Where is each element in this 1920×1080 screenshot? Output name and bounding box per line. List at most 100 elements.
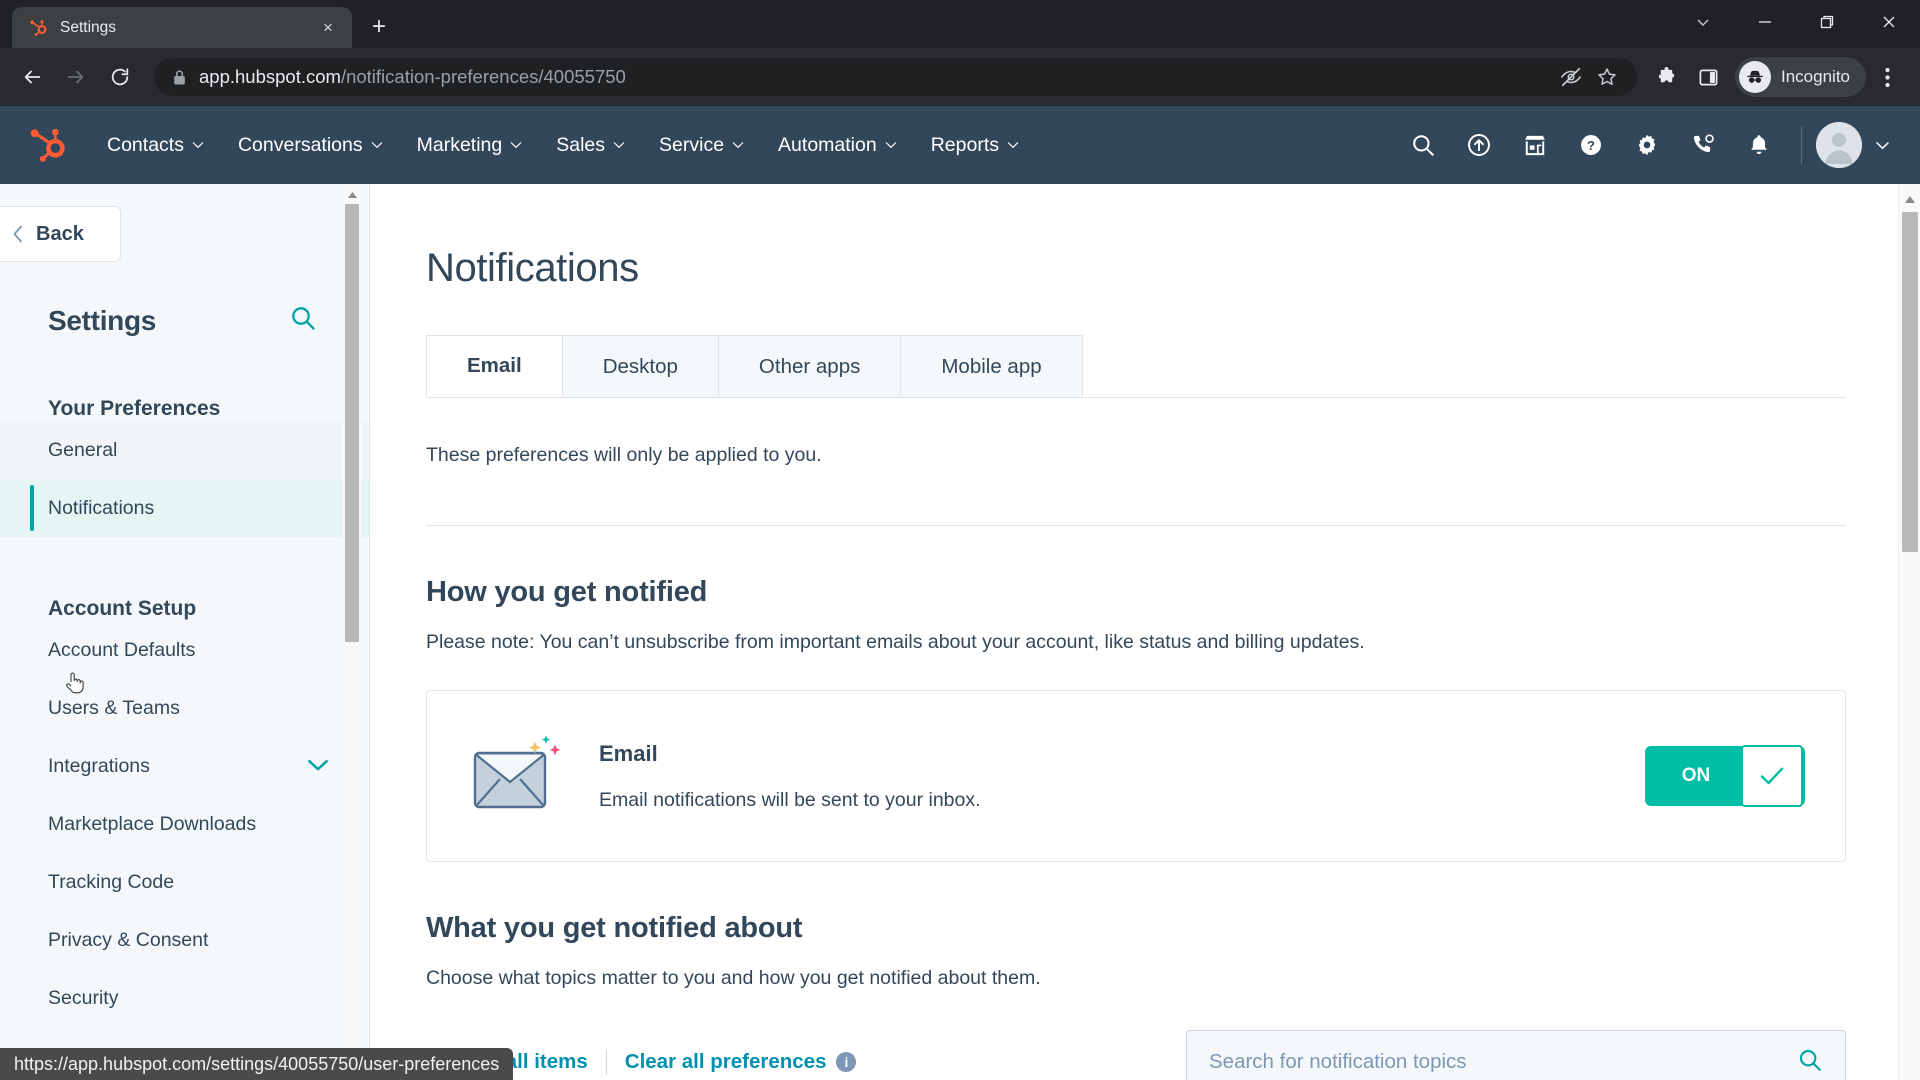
address-bar[interactable]: app.hubspot.com/notification-preferences… xyxy=(154,58,1637,96)
sidebar-item-tracking-code[interactable]: Tracking Code xyxy=(0,853,369,911)
reload-icon[interactable] xyxy=(100,57,140,97)
notifications-bell-icon[interactable] xyxy=(1731,117,1787,173)
sidebar-search-icon[interactable] xyxy=(289,304,317,337)
email-channel-title: Email xyxy=(599,740,658,766)
sidebar-scrollbar[interactable] xyxy=(343,184,361,1080)
sidebar-item-general[interactable]: General xyxy=(0,421,369,479)
new-tab-button[interactable]: + xyxy=(362,10,396,44)
hubspot-navbar: Contacts Conversations Marketing Sales S… xyxy=(0,106,1920,184)
puzzle-icon[interactable] xyxy=(1645,56,1687,98)
tab-mobile-app[interactable]: Mobile app xyxy=(900,335,1083,397)
url-host: app.hubspot.com xyxy=(199,66,341,87)
sidebar-item-integrations[interactable]: Integrations xyxy=(0,737,369,795)
notification-topic-search[interactable]: Search for notification topics xyxy=(1186,1030,1846,1080)
calling-phone-icon[interactable] xyxy=(1675,117,1731,173)
sidebar-title: Settings xyxy=(48,304,157,336)
browser-tab[interactable]: Settings × xyxy=(12,7,352,48)
email-channel-card: Email Email notifications will be sent t… xyxy=(426,690,1846,862)
chevron-down-icon xyxy=(510,142,522,149)
star-icon[interactable] xyxy=(1591,61,1623,93)
tab-search-icon[interactable] xyxy=(1672,0,1734,44)
browser-window: Settings × + app.hubspot.com/notificatio… xyxy=(0,0,1920,1080)
nav-item-contacts[interactable]: Contacts xyxy=(90,106,221,184)
nav-item-reports[interactable]: Reports xyxy=(914,106,1036,184)
nav-item-sales[interactable]: Sales xyxy=(539,106,642,184)
sidebar-section-account-setup: Account Setup xyxy=(48,597,197,620)
tab-other-apps[interactable]: Other apps xyxy=(717,335,902,397)
envelope-sparkle-icon xyxy=(465,732,565,820)
settings-gear-icon[interactable] xyxy=(1619,117,1675,173)
sidebar-item-notifications[interactable]: Notifications xyxy=(0,479,369,537)
nav-item-label: Sales xyxy=(556,133,606,156)
search-input[interactable]: Search for notification topics xyxy=(1209,1050,1797,1074)
back-button-label: Back xyxy=(36,222,84,245)
sidebar-item-label: Security xyxy=(48,986,119,1009)
toggle-knob[interactable] xyxy=(1741,745,1803,807)
nav-item-marketing[interactable]: Marketing xyxy=(400,106,540,184)
user-avatar[interactable] xyxy=(1816,122,1862,168)
sidebar-item-label: General xyxy=(48,438,118,461)
search-icon[interactable] xyxy=(1797,1047,1823,1078)
nav-item-conversations[interactable]: Conversations xyxy=(221,106,400,184)
clear-all-preferences-link[interactable]: Clear all preferences xyxy=(625,1050,827,1074)
eye-off-icon[interactable] xyxy=(1555,61,1587,93)
maximize-icon[interactable] xyxy=(1796,0,1858,44)
nav-item-service[interactable]: Service xyxy=(642,106,761,184)
back-button[interactable]: Back xyxy=(0,206,121,262)
nav-item-automation[interactable]: Automation xyxy=(761,106,914,184)
close-icon[interactable] xyxy=(1858,0,1920,44)
tab-strip: Settings × + xyxy=(0,0,396,48)
minimize-icon[interactable] xyxy=(1734,0,1796,44)
sidebar-item-label: Tracking Code xyxy=(48,870,175,893)
page-scroll-thumb[interactable] xyxy=(1902,212,1918,552)
chevron-down-icon xyxy=(613,142,625,149)
close-icon[interactable]: × xyxy=(316,16,340,40)
sidebar-item-users-teams[interactable]: Users & Teams xyxy=(0,679,369,737)
upgrade-arrow-icon[interactable] xyxy=(1451,117,1507,173)
tab-label: Mobile app xyxy=(941,354,1042,378)
marketplace-icon[interactable] xyxy=(1507,117,1563,173)
side-panel-icon[interactable] xyxy=(1687,56,1729,98)
help-icon[interactable]: ? xyxy=(1563,117,1619,173)
sidebar-scroll-thumb[interactable] xyxy=(345,204,359,642)
page-scrollbar[interactable] xyxy=(1898,184,1920,1080)
nav-item-label: Conversations xyxy=(237,133,363,156)
sidebar-item-label: Marketplace Downloads xyxy=(48,812,257,835)
scroll-up-arrow-icon[interactable] xyxy=(343,187,361,203)
sidebar-item-label: Privacy & Consent xyxy=(48,928,209,951)
hubspot-sprocket-logo[interactable] xyxy=(26,124,72,166)
what-you-get-notified-heading: What you get notified about xyxy=(426,912,803,944)
chevron-down-icon xyxy=(885,142,897,149)
settings-sidebar: Back Settings Your Preferences General N… xyxy=(0,184,370,1080)
section-divider xyxy=(426,525,1846,526)
sidebar-item-privacy-consent[interactable]: Privacy & Consent xyxy=(0,911,369,969)
window-controls xyxy=(1672,0,1920,44)
chevron-down-icon[interactable] xyxy=(307,755,329,778)
email-channel-text: Email Email notifications will be sent t… xyxy=(599,741,1647,812)
profile-chip[interactable]: Incognito xyxy=(1735,57,1866,97)
chevron-down-icon[interactable] xyxy=(1862,125,1902,165)
url-path: /notification-preferences/40055750 xyxy=(340,66,626,87)
tab-desktop[interactable]: Desktop xyxy=(561,335,719,397)
lock-icon xyxy=(172,69,187,86)
scroll-up-arrow-icon[interactable] xyxy=(1899,190,1920,208)
tab-email[interactable]: Email xyxy=(426,335,563,397)
what-you-get-notified-description: Choose what topics matter to you and how… xyxy=(426,967,1041,989)
sidebar-item-account-defaults[interactable]: Account Defaults xyxy=(0,621,369,679)
three-dot-menu-icon[interactable] xyxy=(1866,56,1908,98)
chevron-down-icon xyxy=(1007,142,1019,149)
check-icon xyxy=(1760,767,1784,785)
sidebar-item-marketplace-downloads[interactable]: Marketplace Downloads xyxy=(0,795,369,853)
tab-title: Settings xyxy=(60,18,117,36)
tab-label: Desktop xyxy=(602,354,678,378)
info-icon[interactable]: i xyxy=(836,1052,857,1072)
back-arrow-icon[interactable] xyxy=(12,57,52,97)
svg-text:?: ? xyxy=(1587,138,1595,153)
toggle-state-label: ON xyxy=(1681,765,1711,786)
sidebar-item-label: Users & Teams xyxy=(48,696,180,719)
omnibox-actions xyxy=(1555,61,1623,93)
email-notifications-toggle[interactable]: ON xyxy=(1647,745,1803,807)
search-icon[interactable] xyxy=(1395,117,1451,173)
sidebar-item-security[interactable]: Security xyxy=(0,969,369,1027)
page-title: Notifications xyxy=(426,246,639,290)
